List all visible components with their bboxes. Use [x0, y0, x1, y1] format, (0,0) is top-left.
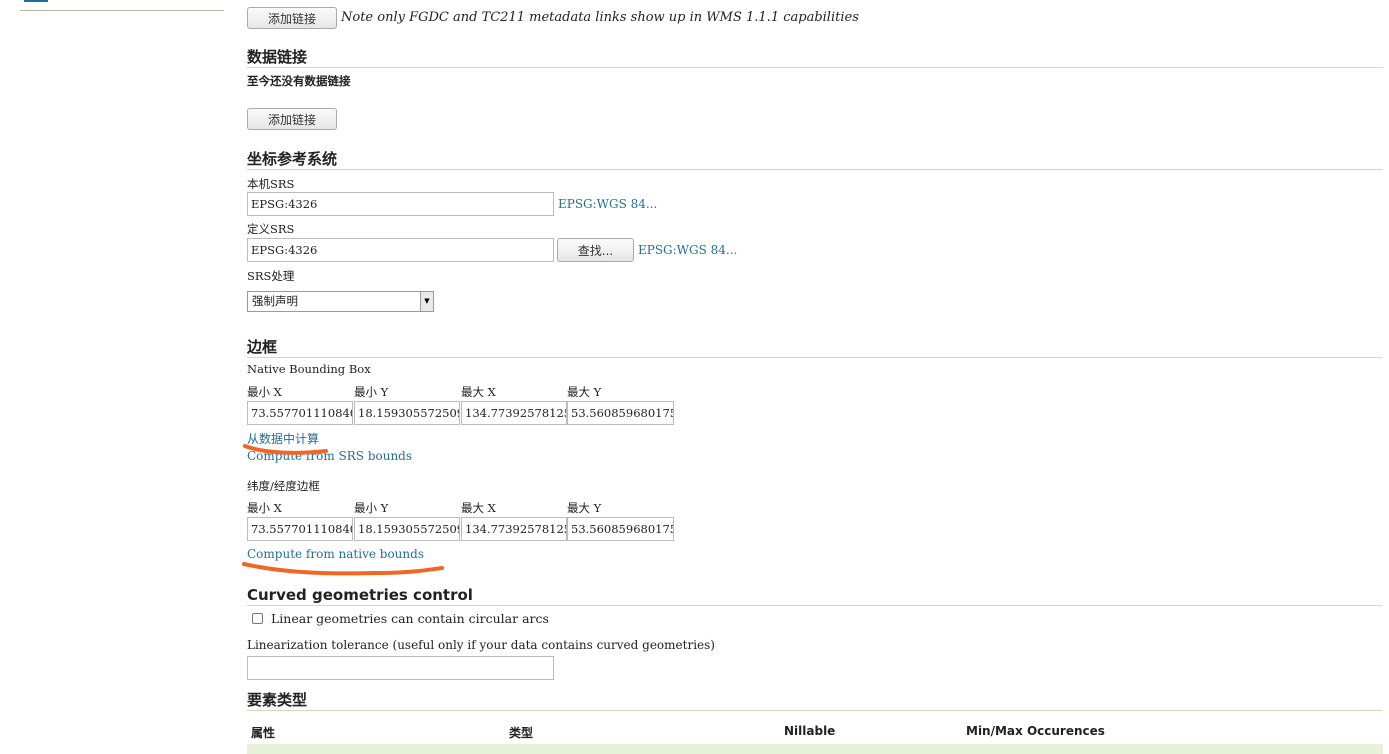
- circular-arcs-checkbox[interactable]: [252, 613, 263, 624]
- latlon-maxy-header: 最大 Y: [567, 501, 602, 515]
- latlon-minx-input[interactable]: 73.5577011108401: [247, 517, 353, 541]
- data-links-title: 数据链接: [247, 48, 1383, 68]
- native-miny-header: 最小 Y: [354, 385, 389, 399]
- native-srs-link[interactable]: EPSG:WGS 84...: [558, 197, 657, 211]
- sidebar-divider: [20, 10, 224, 11]
- latlon-maxy-input[interactable]: 53.5608596801759: [567, 517, 674, 541]
- native-maxx-input[interactable]: 134.77392578125: [461, 401, 567, 425]
- native-maxy-input[interactable]: 53.5608596801759: [567, 401, 674, 425]
- native-srs-label: 本机SRS: [247, 177, 295, 191]
- column-header-occurrences: Min/Max Occurences: [966, 724, 1105, 738]
- bbox-title: 边框: [247, 338, 1383, 358]
- compute-from-srs-link[interactable]: Compute from SRS bounds: [247, 449, 412, 463]
- declared-srs-link[interactable]: EPSG:WGS 84...: [638, 243, 737, 257]
- column-header-nillable: Nillable: [784, 724, 836, 738]
- latlon-bbox-label: 纬度/经度边框: [247, 479, 320, 493]
- add-metadata-link-button[interactable]: 添加链接: [247, 7, 337, 29]
- feature-type-title: 要素类型: [247, 691, 1383, 711]
- srs-handling-value: 强制声明: [252, 294, 298, 308]
- compute-from-native-link[interactable]: Compute from native bounds: [247, 547, 424, 561]
- column-header-type: 类型: [509, 726, 534, 740]
- srs-handling-select[interactable]: 强制声明 ▼: [247, 291, 434, 312]
- circular-arcs-label: Linear geometries can contain circular a…: [271, 611, 549, 626]
- add-data-link-button[interactable]: 添加链接: [247, 108, 337, 130]
- native-maxy-header: 最大 Y: [567, 385, 602, 399]
- srs-handling-label: SRS处理: [247, 269, 295, 283]
- metadata-note: Note only FGDC and TC211 metadata links …: [341, 10, 859, 25]
- compute-from-data-link[interactable]: 从数据中计算: [247, 430, 319, 447]
- native-miny-input[interactable]: 18.1593055725098: [354, 401, 460, 425]
- column-header-attribute: 属性: [251, 726, 276, 740]
- latlon-maxx-input[interactable]: 134.77392578125: [461, 517, 567, 541]
- native-maxx-header: 最大 X: [461, 385, 496, 399]
- sidebar-tab-indicator: [24, 0, 48, 2]
- linearization-tolerance-label: Linearization tolerance (useful only if …: [247, 638, 715, 652]
- declared-srs-label: 定义SRS: [247, 222, 295, 236]
- latlon-miny-input[interactable]: 18.1593055725098: [354, 517, 460, 541]
- native-minx-input[interactable]: 73.5577011108401: [247, 401, 353, 425]
- native-bbox-label: Native Bounding Box: [247, 362, 371, 376]
- chevron-down-icon: ▼: [420, 292, 433, 311]
- declared-srs-input[interactable]: EPSG:4326: [247, 238, 554, 262]
- native-srs-input[interactable]: EPSG:4326: [247, 192, 554, 216]
- latlon-miny-header: 最小 Y: [354, 501, 389, 515]
- latlon-minx-header: 最小 X: [247, 501, 282, 515]
- find-srs-button[interactable]: 查找...: [557, 238, 634, 262]
- curved-geometries-title: Curved geometries control: [247, 586, 1383, 606]
- table-row: [247, 744, 1383, 754]
- native-minx-header: 最小 X: [247, 385, 282, 399]
- latlon-maxx-header: 最大 X: [461, 501, 496, 515]
- layer-edit-form: 添加链接 Note only FGDC and TC211 metadata l…: [247, 0, 1383, 754]
- data-links-empty-text: 至今还没有数据链接: [247, 74, 351, 88]
- crs-title: 坐标参考系统: [247, 150, 1383, 170]
- linearization-tolerance-input[interactable]: [247, 656, 554, 680]
